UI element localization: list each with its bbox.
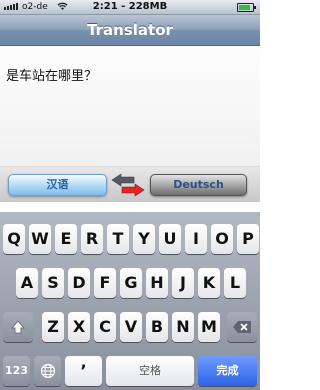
status-bar: o2-de 2:21 - 228MB bbox=[0, 0, 260, 15]
space-key[interactable]: 空格 bbox=[106, 356, 194, 386]
done-button[interactable]: 完成 bbox=[198, 356, 257, 386]
input-text: 是车站在哪里？ bbox=[6, 69, 98, 84]
key-j[interactable]: J bbox=[172, 268, 194, 298]
page-title: Translator bbox=[87, 21, 173, 39]
key-t[interactable]: T bbox=[107, 224, 129, 254]
keyboard: Q W E R T Y U I O P A S D F G H J K L Z … bbox=[0, 212, 260, 390]
numbers-key[interactable]: 123 bbox=[3, 356, 30, 386]
key-v[interactable]: V bbox=[120, 312, 142, 342]
status-time: 2:21 - 228MB bbox=[92, 1, 168, 12]
shift-icon[interactable] bbox=[3, 312, 33, 342]
key-h[interactable]: H bbox=[146, 268, 168, 298]
battery-level bbox=[239, 5, 250, 10]
key-s[interactable]: S bbox=[42, 268, 64, 298]
key-e[interactable]: E bbox=[55, 224, 77, 254]
key-l[interactable]: L bbox=[224, 268, 246, 298]
battery-icon bbox=[237, 3, 256, 12]
source-language-button[interactable]: 汉语 bbox=[8, 174, 107, 196]
key-z[interactable]: Z bbox=[42, 312, 64, 342]
key-u[interactable]: U bbox=[159, 224, 181, 254]
key-r[interactable]: R bbox=[81, 224, 103, 254]
key-w[interactable]: W bbox=[29, 224, 51, 254]
key-b[interactable]: B bbox=[146, 312, 168, 342]
language-bar: 汉语 Deutsch bbox=[0, 167, 260, 202]
key-y[interactable]: Y bbox=[133, 224, 155, 254]
key-c[interactable]: C bbox=[94, 312, 116, 342]
key-m[interactable]: M bbox=[198, 312, 220, 342]
key-n[interactable]: N bbox=[172, 312, 194, 342]
key-q[interactable]: Q bbox=[3, 224, 25, 254]
key-p[interactable]: P bbox=[237, 224, 259, 254]
globe-icon[interactable] bbox=[34, 356, 61, 386]
key-f[interactable]: F bbox=[94, 268, 116, 298]
translator-screen: o2-de 2:21 - 228MB Translator 是车站在哪里？ 汉语… bbox=[0, 0, 260, 390]
backspace-icon[interactable] bbox=[227, 312, 257, 342]
key-g[interactable]: G bbox=[120, 268, 142, 298]
key-i[interactable]: I bbox=[185, 224, 207, 254]
key-k[interactable]: K bbox=[198, 268, 220, 298]
key-a[interactable]: A bbox=[16, 268, 38, 298]
key-x[interactable]: X bbox=[68, 312, 90, 342]
target-language-button[interactable]: Deutsch bbox=[150, 174, 247, 196]
apostrophe-key[interactable]: ’ bbox=[65, 356, 102, 386]
key-d[interactable]: D bbox=[68, 268, 90, 298]
navigation-bar: Translator bbox=[0, 15, 260, 46]
key-o[interactable]: O bbox=[211, 224, 233, 254]
swap-arrows-icon[interactable] bbox=[108, 173, 148, 197]
translation-input[interactable]: 是车站在哪里？ bbox=[0, 46, 260, 167]
